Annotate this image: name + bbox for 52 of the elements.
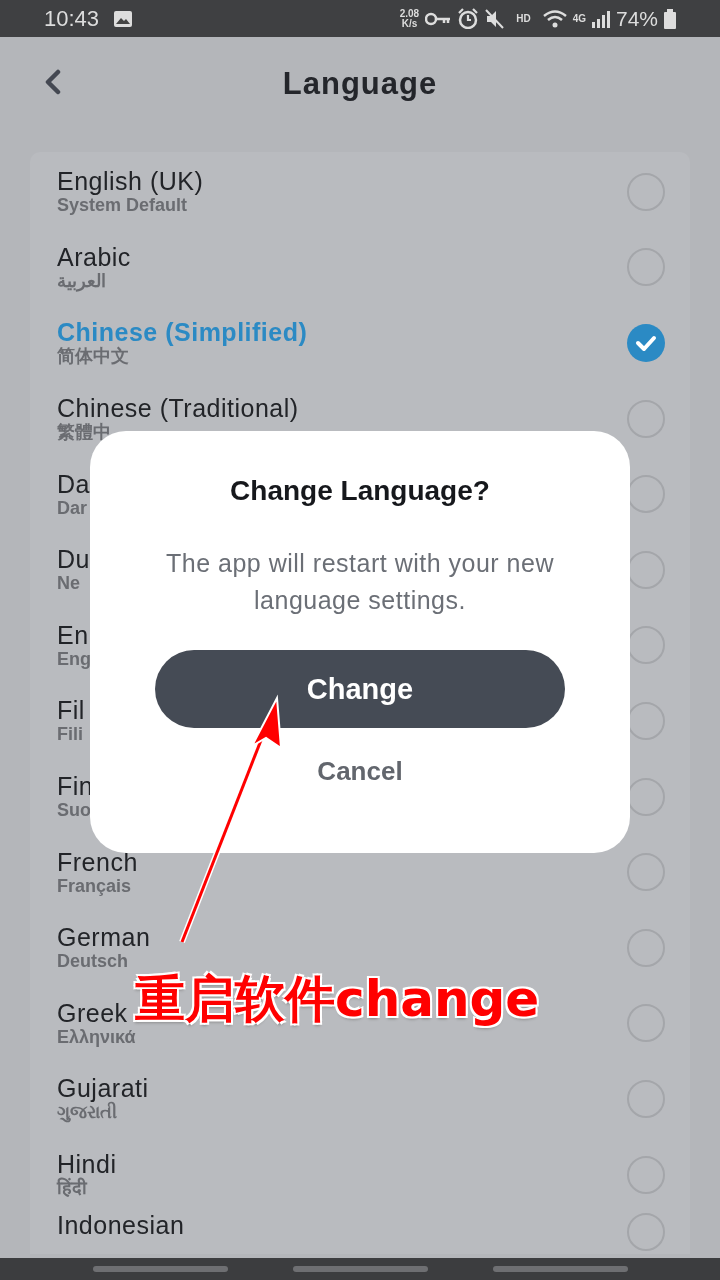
language-name[interactable]: English (UK) [57, 168, 204, 196]
language-native-name: Ne [57, 573, 81, 594]
language-native-name: हिंदी [57, 1178, 89, 1198]
hd-text: HD [516, 13, 531, 24]
gesture-handle[interactable] [92, 1266, 228, 1272]
image-icon [113, 9, 134, 28]
gesture-handle[interactable] [292, 1266, 428, 1272]
language-name[interactable]: Chinese (Traditional) [57, 395, 299, 423]
language-native-name: Eng [57, 648, 91, 669]
radio-checked[interactable] [626, 323, 666, 363]
language-name[interactable]: Fil [57, 697, 85, 725]
language-native-name: Dar [57, 497, 88, 518]
back-icon [44, 69, 62, 95]
language-native-name: Ελληνικά [57, 1026, 136, 1047]
network-type-text: 4G [572, 13, 586, 24]
language-native-name: Français [57, 875, 133, 896]
language-native-name: 简体中文 [57, 346, 130, 367]
wifi-icon [542, 9, 567, 28]
key-icon [425, 11, 452, 26]
language-name[interactable]: Du [57, 546, 90, 574]
back-button[interactable] [44, 69, 62, 95]
language-native-name: 繁體中 [57, 422, 112, 443]
language-native-name: Deutsch [57, 951, 129, 972]
language-native-name: ગુજરાતી [57, 1102, 117, 1123]
change-button[interactable]: Change [155, 650, 565, 728]
language-native-name: System Default [57, 195, 189, 216]
language-name[interactable]: Da [57, 470, 90, 498]
mute-icon [485, 8, 505, 29]
cancel-button[interactable]: Cancel [309, 752, 411, 791]
language-name[interactable]: French [57, 848, 138, 876]
speed-text: 2.08 [399, 8, 420, 19]
language-name[interactable]: Gujarati [57, 1075, 149, 1103]
speed-unit-text: K/s [401, 18, 418, 29]
language-native-name: العربية [57, 270, 107, 291]
annotation-text: 重启软件change [135, 974, 540, 1024]
language-name[interactable]: Arabic [57, 243, 131, 271]
clock-text: 10:43 [44, 5, 100, 32]
page-title: Language [282, 66, 438, 102]
battery-percent-text: 74% [615, 6, 658, 31]
language-native-name: Suo [57, 800, 92, 821]
dialog-message: The app will restart with your new language settings. [165, 548, 555, 616]
language-name[interactable]: Hindi [57, 1151, 117, 1178]
gesture-handle[interactable] [492, 1266, 628, 1272]
language-name[interactable]: Greek [57, 999, 136, 1027]
alarm-icon [457, 8, 480, 29]
language-name[interactable]: En [57, 621, 91, 649]
language-name[interactable]: German [57, 924, 151, 952]
battery-icon [664, 8, 676, 29]
dialog-title: Change Language? [230, 475, 490, 507]
language-name[interactable]: Indonesian [57, 1212, 185, 1240]
signal-icon [591, 9, 610, 28]
language-native-name: Fili [57, 724, 84, 745]
